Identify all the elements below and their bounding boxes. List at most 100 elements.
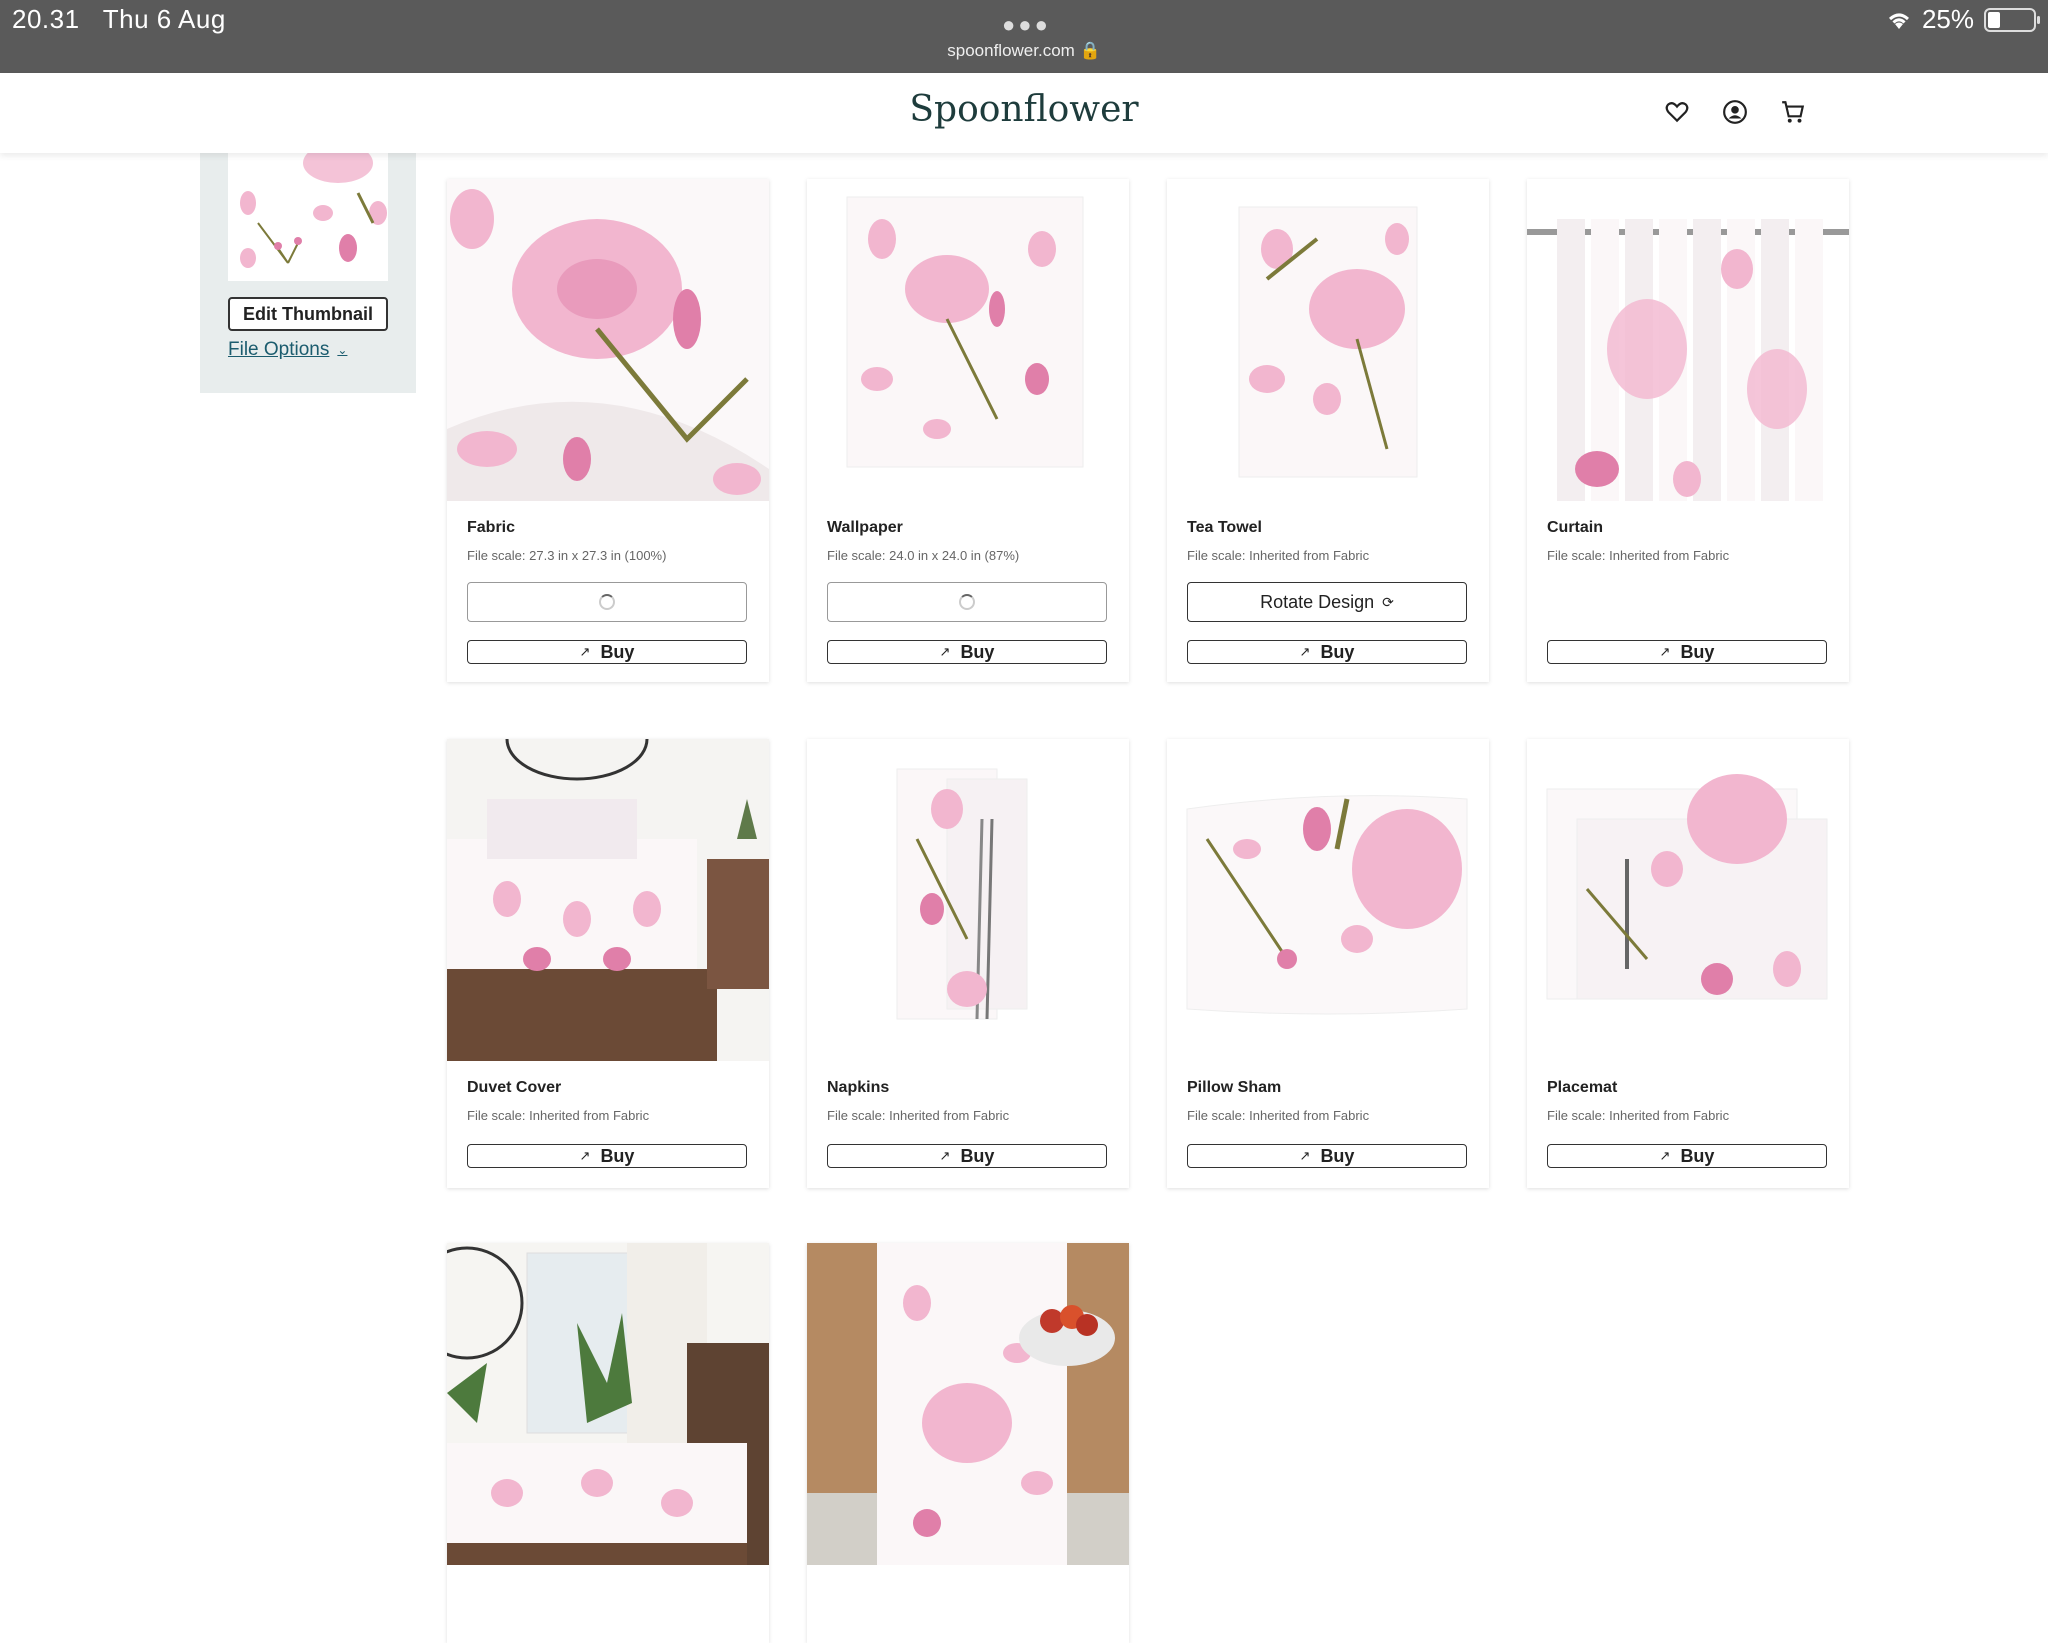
external-link-icon: ↗ xyxy=(1659,644,1671,659)
product-card-item-10[interactable] xyxy=(807,1243,1129,1643)
product-card-curtain[interactable]: Curtain File scale: Inherited from Fabric… xyxy=(1527,179,1849,682)
product-image-art xyxy=(447,1243,769,1565)
product-card-item-9[interactable] xyxy=(447,1243,769,1643)
product-title: Tea Towel xyxy=(1187,519,1262,536)
product-title: Napkins xyxy=(827,1079,890,1096)
external-link-icon: ↗ xyxy=(939,1148,951,1163)
file-scale: File scale: Inherited from Fabric xyxy=(1187,548,1370,563)
product-card-napkins[interactable]: Napkins File scale: Inherited from Fabric… xyxy=(807,739,1129,1188)
product-image-art xyxy=(1527,739,1849,1061)
site-header: Spoonflower xyxy=(0,73,2048,153)
product-image[interactable] xyxy=(1167,739,1489,1061)
product-image[interactable] xyxy=(447,739,769,1061)
product-title: Fabric xyxy=(467,519,516,536)
product-card-duvet-cover[interactable]: Duvet Cover File scale: Inherited from Fa… xyxy=(447,739,769,1188)
buy-label: Buy xyxy=(1680,641,1715,662)
heart-icon[interactable] xyxy=(1664,99,1690,125)
clock: 20.31 xyxy=(12,4,80,34)
wifi-icon xyxy=(1888,13,1909,29)
url-text: spoonflower.com xyxy=(947,41,1075,60)
buy-button[interactable]: ↗ Buy xyxy=(1187,640,1467,664)
product-image-art xyxy=(807,1243,1129,1565)
header-icons xyxy=(1664,99,1806,125)
rotate-design-button[interactable] xyxy=(467,582,747,622)
buy-label: Buy xyxy=(1320,1145,1355,1166)
product-card-wallpaper[interactable]: Wallpaper File scale: 24.0 in x 24.0 in (… xyxy=(807,179,1129,682)
external-link-icon: ↗ xyxy=(1299,644,1311,659)
design-sidebar: Edit Thumbnail File Options ⌄ xyxy=(200,153,416,393)
rotate-design-button[interactable] xyxy=(827,582,1107,622)
address-bar[interactable]: spoonflower.com 🔒 xyxy=(0,41,2048,61)
product-image[interactable] xyxy=(807,739,1129,1061)
buy-label: Buy xyxy=(960,1145,995,1166)
product-image-art xyxy=(1167,739,1489,1061)
product-card-fabric[interactable]: Fabric File scale: 27.3 in x 27.3 in (100… xyxy=(447,179,769,682)
product-image[interactable] xyxy=(447,1243,769,1565)
buy-label: Buy xyxy=(600,1145,635,1166)
account-icon[interactable] xyxy=(1722,99,1748,125)
product-card-pillow-sham[interactable]: Pillow Sham File scale: Inherited from Fa… xyxy=(1167,739,1489,1188)
product-image[interactable] xyxy=(1167,179,1489,501)
product-image[interactable] xyxy=(447,179,769,501)
product-image[interactable] xyxy=(1527,179,1849,501)
cart-icon[interactable] xyxy=(1780,99,1806,125)
product-image-art xyxy=(807,739,1129,1061)
file-options-label: File Options xyxy=(228,339,330,360)
product-title: Wallpaper xyxy=(827,519,903,536)
buy-button[interactable]: ↗ Buy xyxy=(1547,640,1827,664)
file-scale: File scale: Inherited from Fabric xyxy=(1547,1108,1730,1123)
product-image-art xyxy=(1167,179,1489,501)
status-bar: 20.31 Thu 6 Aug ●●● spoonflower.com 🔒 25… xyxy=(0,0,2048,73)
buy-label: Buy xyxy=(600,641,635,662)
product-card-tea-towel[interactable]: Tea Towel File scale: Inherited from Fabr… xyxy=(1167,179,1489,682)
buy-label: Buy xyxy=(960,641,995,662)
product-image-art xyxy=(1527,179,1849,501)
buy-label: Buy xyxy=(1680,1145,1715,1166)
battery-percent: 25% xyxy=(1921,4,1974,34)
status-time: 20.31 Thu 6 Aug xyxy=(12,4,226,35)
status-right: 25% xyxy=(1886,4,2040,35)
external-link-icon: ↗ xyxy=(1299,1148,1311,1163)
more-dots-icon[interactable]: ●●● xyxy=(1002,12,1051,38)
rotate-design-label: Rotate Design xyxy=(1260,591,1375,612)
date: Thu 6 Aug xyxy=(102,4,226,34)
buy-button[interactable]: ↗ Buy xyxy=(467,1144,747,1168)
file-scale: File scale: Inherited from Fabric xyxy=(467,1108,650,1123)
loading-spinner-icon xyxy=(959,594,975,610)
product-image-art xyxy=(807,179,1129,501)
external-link-icon: ↗ xyxy=(1659,1148,1671,1163)
file-scale: File scale: Inherited from Fabric xyxy=(1547,548,1730,563)
rotate-icon: ⟳ xyxy=(1382,593,1394,610)
external-link-icon: ↗ xyxy=(939,644,951,659)
buy-label: Buy xyxy=(1320,641,1355,662)
product-image-art xyxy=(447,179,769,501)
product-title: Curtain xyxy=(1547,519,1603,536)
product-title: Placemat xyxy=(1547,1079,1618,1096)
battery-icon xyxy=(1984,7,2040,32)
rotate-design-button[interactable]: Rotate Design ⟳ xyxy=(1187,582,1467,622)
buy-button[interactable]: ↗ Buy xyxy=(467,640,747,664)
buy-button[interactable]: ↗ Buy xyxy=(1547,1144,1827,1168)
external-link-icon: ↗ xyxy=(579,1148,591,1163)
lock-icon: 🔒 xyxy=(1079,41,1101,60)
file-scale: File scale: 27.3 in x 27.3 in (100%) xyxy=(467,548,667,563)
loading-spinner-icon xyxy=(599,594,615,610)
product-image-art xyxy=(447,739,769,1061)
external-link-icon: ↗ xyxy=(579,644,591,659)
design-thumbnail xyxy=(228,153,388,281)
product-image[interactable] xyxy=(807,1243,1129,1565)
product-title: Duvet Cover xyxy=(467,1079,562,1096)
battery-fill xyxy=(1988,11,2000,28)
product-card-placemat[interactable]: Placemat File scale: Inherited from Fabri… xyxy=(1527,739,1849,1188)
product-title: Pillow Sham xyxy=(1187,1079,1282,1096)
buy-button[interactable]: ↗ Buy xyxy=(827,640,1107,664)
product-image[interactable] xyxy=(1527,739,1849,1061)
file-options-link[interactable]: File Options ⌄ xyxy=(228,339,347,361)
file-scale: File scale: Inherited from Fabric xyxy=(1187,1108,1370,1123)
buy-button[interactable]: ↗ Buy xyxy=(1187,1144,1467,1168)
edit-thumbnail-button[interactable]: Edit Thumbnail xyxy=(228,297,388,331)
product-image[interactable] xyxy=(807,179,1129,501)
file-scale: File scale: 24.0 in x 24.0 in (87%) xyxy=(827,548,1020,563)
buy-button[interactable]: ↗ Buy xyxy=(827,1144,1107,1168)
chevron-down-icon: ⌄ xyxy=(337,343,348,357)
